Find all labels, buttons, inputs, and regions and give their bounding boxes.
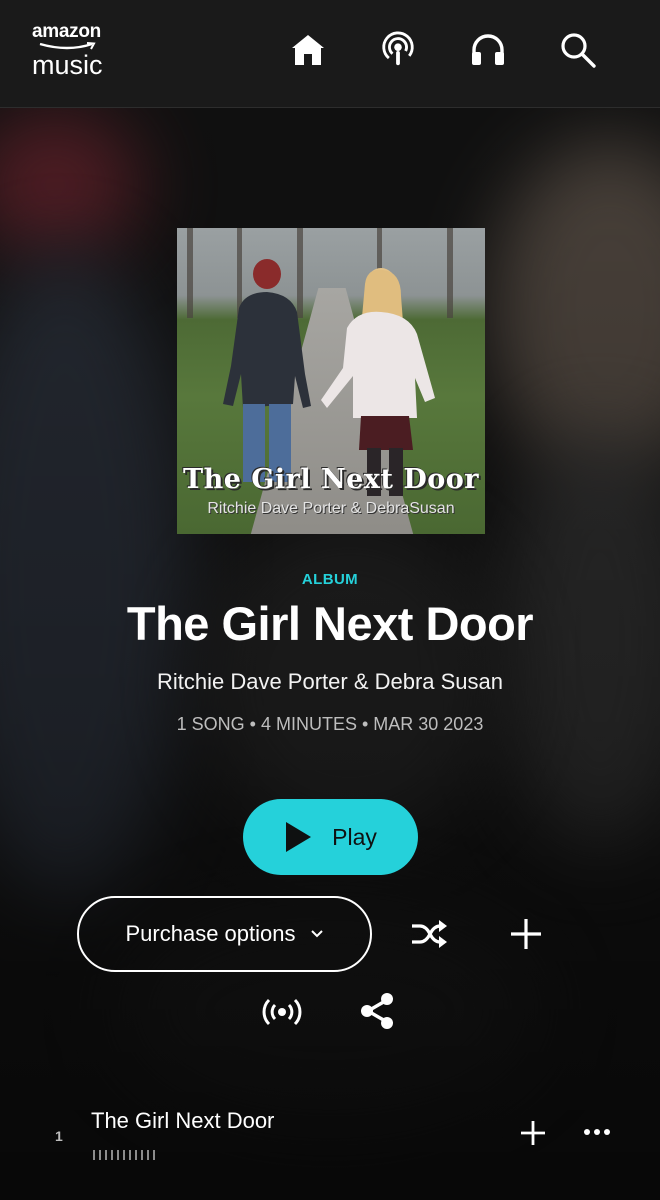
purchase-options-label: Purchase options [125,921,296,946]
headphones-icon [472,34,504,65]
amazon-music-logo[interactable]: amazon music [32,21,132,80]
track-title[interactable]: The Girl Next Door [91,1108,274,1134]
cover-figure-man [223,259,311,482]
search-icon [561,33,596,68]
logo-amazon-text: amazon [32,21,101,42]
album-type-label: ALBUM [301,571,359,588]
add-to-library-button[interactable] [506,914,546,954]
shuffle-button[interactable] [408,914,452,954]
play-button[interactable]: Play [243,799,418,875]
cover-subtitle-text: Ritchie Dave Porter & DebraSusan [207,500,455,517]
cast-button[interactable] [260,992,304,1032]
album-artist-link[interactable]: Ritchie Dave Porter & Debra Susan [0,669,660,695]
purchase-options-button[interactable]: Purchase options [77,896,372,972]
nav-library-button[interactable] [469,30,507,70]
play-icon [286,822,312,852]
logo-music-text: music [32,50,103,80]
nav-home-button[interactable] [289,30,327,70]
track-more-button[interactable] [580,1120,614,1144]
album-meta: 1 SONG • 4 MINUTES • MAR 30 2023 [176,714,484,734]
track-number: 1 [55,1128,63,1144]
track-row[interactable]: 1 The Girl Next Door [0,1090,660,1180]
podcast-icon [382,31,414,66]
album-title: The Girl Next Door [126,597,534,650]
shuffle-icon [412,920,447,948]
nav-search-button[interactable] [559,30,597,70]
broadcast-icon [262,998,302,1026]
cover-title-text: The Girl Next Door [183,464,479,495]
more-horizontal-icon [584,1129,610,1135]
share-button[interactable] [356,990,398,1032]
plus-icon [511,919,541,949]
nav-podcasts-button[interactable] [379,30,417,70]
home-icon [292,35,324,65]
track-add-button[interactable] [516,1116,550,1150]
share-icon [361,993,393,1029]
logo-smile-icon [39,42,96,50]
equalizer-bars-icon [93,1150,155,1160]
play-button-label: Play [332,823,377,850]
top-bar: amazon music [0,0,660,108]
plus-icon [521,1121,545,1145]
album-cover-art: The Girl Next Door Ritchie Dave Porter &… [177,228,485,534]
chevron-down-icon [310,930,323,938]
